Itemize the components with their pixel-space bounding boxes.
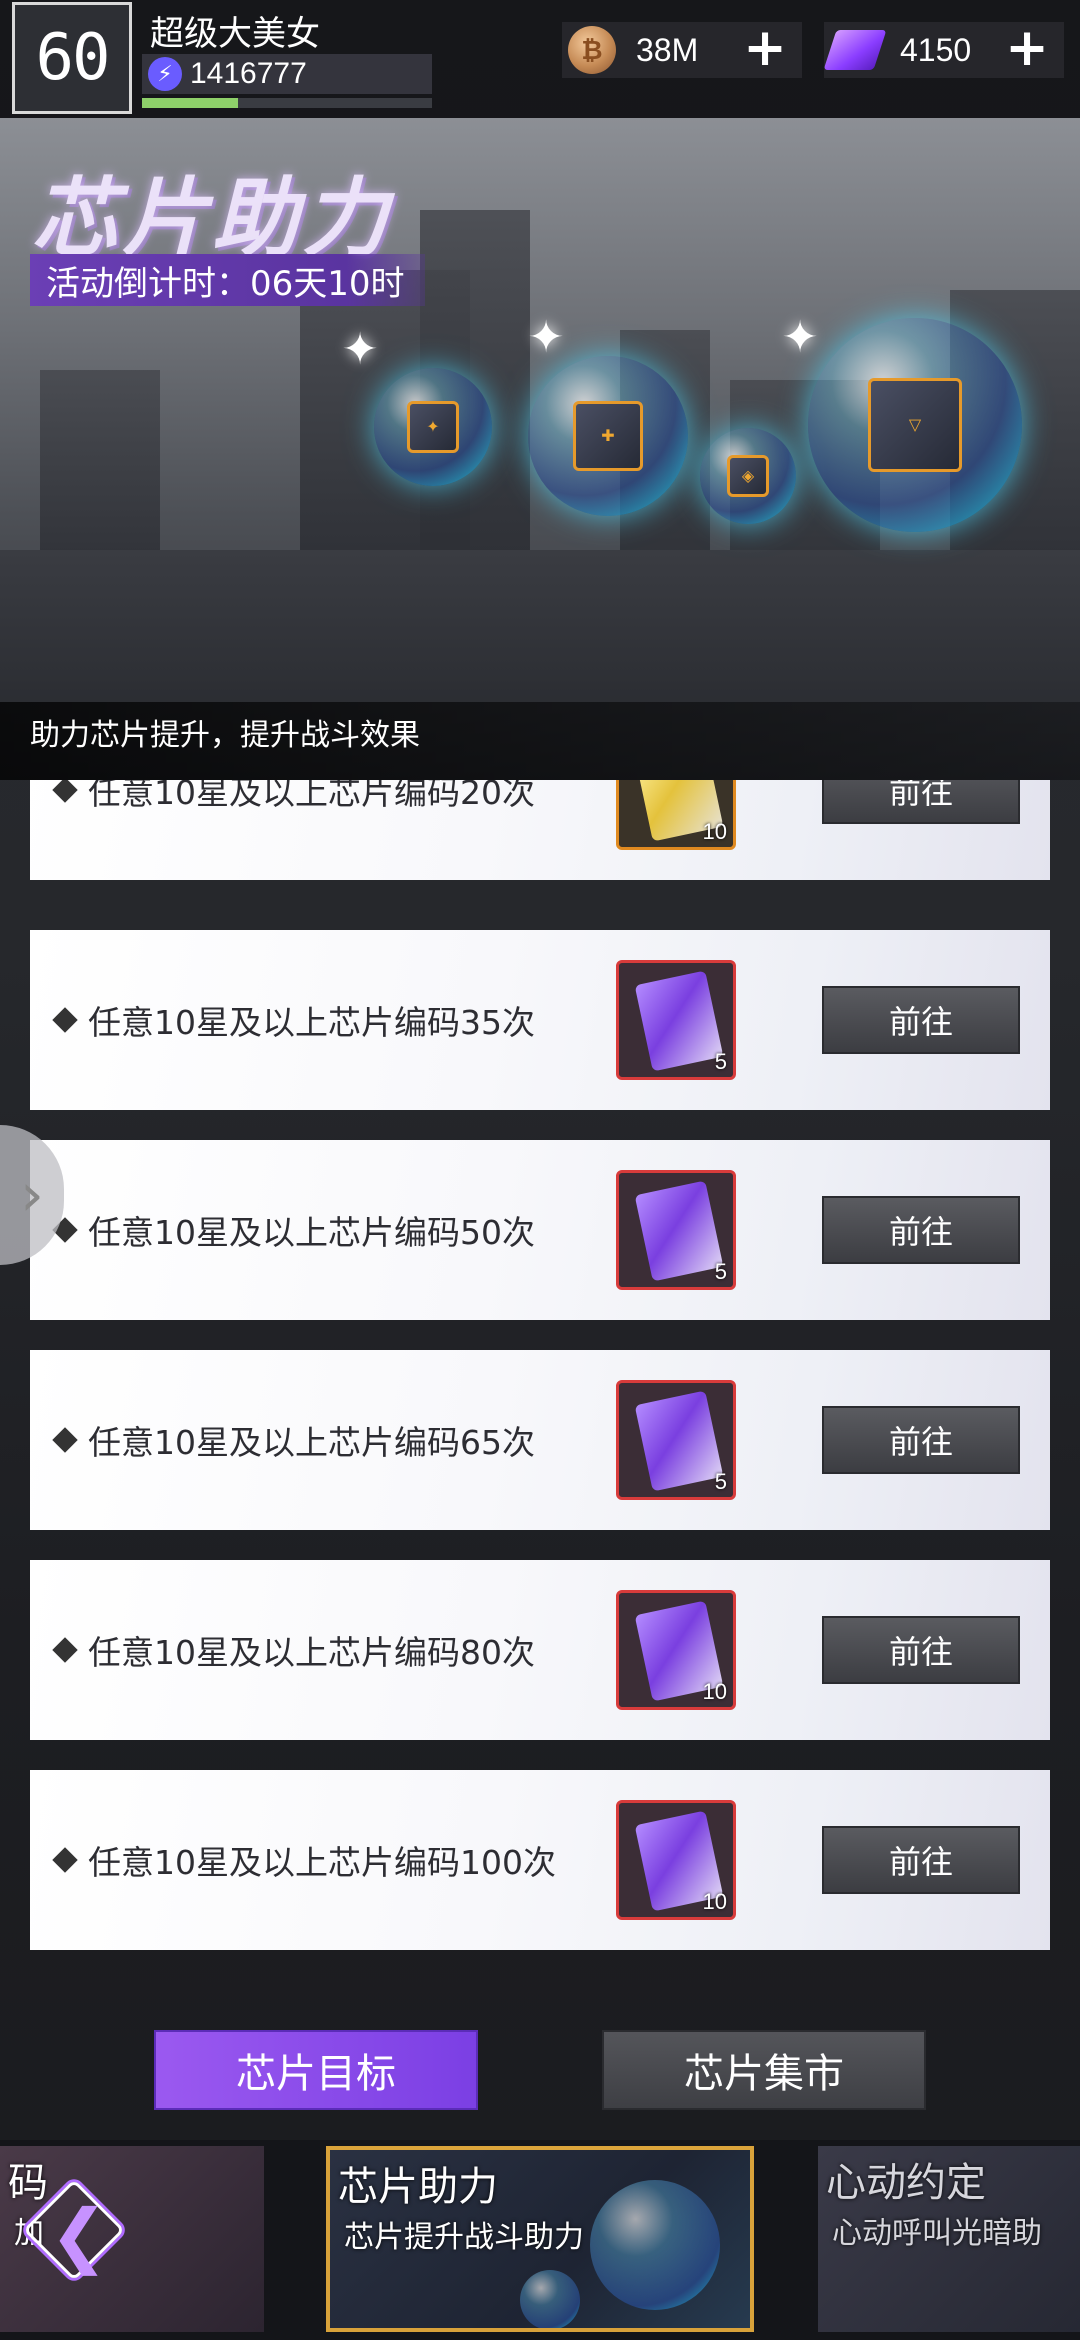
diamond-bullet-icon (52, 1007, 78, 1033)
sparkle-icon: ✦ (781, 312, 819, 363)
gem-icon (823, 30, 887, 70)
reward-item[interactable]: 5 (616, 1170, 736, 1290)
event-subtitle: 助力芯片提升，提升战斗效果 (30, 718, 420, 753)
task-row: 任意10星及以上芯片编码35次 5 前往 (30, 930, 1050, 1110)
diamond-bullet-icon (52, 1847, 78, 1873)
chip-bubble-icon (520, 2270, 580, 2328)
countdown-text: 活动倒计时：06天10时 (46, 263, 405, 304)
goto-button[interactable]: 前往 (822, 780, 1020, 824)
purple-chip-icon (634, 1180, 724, 1282)
back-arrow-icon: ❮ (49, 2194, 109, 2276)
gem-counter: 4150 + (823, 22, 1064, 78)
event-countdown: 活动倒计时：06天10时 (30, 254, 425, 306)
sparkle-icon: ✦ (341, 324, 379, 375)
chip-icon: ◈ (726, 454, 770, 498)
chip-icon: ✚ (572, 400, 644, 472)
event-card-title: 芯片助力 (338, 2164, 498, 2210)
gem-value: 4150 (900, 31, 972, 68)
player-level: 60 (35, 21, 110, 95)
diamond-bullet-icon (52, 780, 78, 803)
event-card-subtitle: 心动呼叫光暗助 (832, 2216, 1042, 2251)
chip-icon: ✦ (407, 401, 459, 453)
chip-bubble: ✦ (374, 368, 492, 486)
goto-button[interactable]: 前往 (822, 1616, 1020, 1684)
task-text: 任意10星及以上芯片编码100次 (88, 1843, 556, 1882)
task-row: 任意10星及以上芯片编码50次 5 前往 (30, 1140, 1050, 1320)
task-description: 任意10星及以上芯片编码65次 (50, 1350, 535, 1530)
task-text: 任意10星及以上芯片编码20次 (88, 780, 535, 812)
goto-button[interactable]: 前往 (822, 1406, 1020, 1474)
add-gems-button[interactable]: + (1004, 22, 1050, 74)
reward-item[interactable]: 10 (616, 1590, 736, 1710)
sparkle-icon: ✦ (527, 312, 565, 363)
reward-count: 5 (714, 1259, 727, 1284)
reward-item[interactable]: 5 (616, 1380, 736, 1500)
player-level-badge[interactable]: 60 (12, 2, 132, 114)
goto-button[interactable]: 前往 (822, 1826, 1020, 1894)
add-coins-button[interactable]: + (742, 22, 788, 74)
reward-count: 10 (702, 1679, 727, 1704)
combat-power-value: 1416777 (190, 57, 307, 90)
tab-chip-target[interactable]: 芯片目标 (154, 2030, 478, 2110)
task-text: 任意10星及以上芯片编码50次 (88, 1213, 535, 1252)
chip-icon: ▽ (867, 377, 963, 473)
task-list[interactable]: 任意10星及以上芯片编码20次 10 前往 任意10星及以上芯片编码35次 5 … (0, 780, 1080, 1980)
task-description: 任意10星及以上芯片编码100次 (50, 1770, 556, 1950)
purple-chip-icon (634, 970, 724, 1072)
task-description: 任意10星及以上芯片编码80次 (50, 1560, 535, 1740)
event-banner: 芯片助力 活动倒计时：06天10时 ✦ ✚ ◈ ▽ ✦ ✦ ✦ 助力芯片提升，提… (0, 118, 1080, 780)
goto-button[interactable]: 前往 (822, 1196, 1020, 1264)
top-bar: 60 超级大美女 ⚡ 1416777 ₿ 38M + 4150 + (0, 0, 1080, 118)
diamond-bullet-icon (52, 1427, 78, 1453)
reward-item[interactable]: 5 (616, 960, 736, 1080)
reward-count: 10 (702, 819, 727, 844)
chip-bubble: ◈ (700, 428, 796, 524)
task-text: 任意10星及以上芯片编码80次 (88, 1633, 535, 1672)
event-card-next[interactable]: 心动约定 心动呼叫光暗助 (818, 2146, 1080, 2332)
reward-count: 10 (702, 1889, 727, 1914)
purple-chip-icon (634, 1390, 724, 1492)
task-description: 任意10星及以上芯片编码50次 (50, 1140, 535, 1320)
event-card-subtitle: 芯片提升战斗助力 (344, 2220, 584, 2255)
task-text: 任意10星及以上芯片编码35次 (88, 1003, 535, 1042)
coin-counter: ₿ 38M + (562, 22, 802, 78)
reward-item[interactable]: 10 (616, 780, 736, 850)
chip-bubble-icon (590, 2180, 720, 2310)
task-row: 任意10星及以上芯片编码20次 10 前往 (30, 780, 1050, 880)
goto-button[interactable]: 前往 (822, 986, 1020, 1054)
task-row: 任意10星及以上芯片编码100次 10 前往 (30, 1770, 1050, 1950)
task-description: 任意10星及以上芯片编码20次 (50, 780, 535, 880)
event-carousel[interactable]: 码 加 芯片助力 芯片提升战斗助力 心动约定 心动呼叫光暗助 (0, 2140, 1080, 2340)
reward-count: 5 (714, 1049, 727, 1074)
exp-bar (142, 98, 432, 108)
exp-bar-fill (142, 98, 238, 108)
task-text: 任意10星及以上芯片编码65次 (88, 1423, 535, 1462)
lightning-icon: ⚡ (148, 57, 182, 91)
task-row: 任意10星及以上芯片编码65次 5 前往 (30, 1350, 1050, 1530)
reward-item[interactable]: 10 (616, 1800, 736, 1920)
tab-chip-market[interactable]: 芯片集市 (602, 2030, 926, 2110)
event-card-title: 心动约定 (826, 2160, 986, 2206)
diamond-bullet-icon (52, 1637, 78, 1663)
reward-count: 5 (714, 1469, 727, 1494)
coin-value: 38M (636, 31, 699, 68)
player-name: 超级大美女 (150, 14, 320, 54)
coin-icon: ₿ (568, 26, 616, 74)
combat-power: ⚡ 1416777 (142, 54, 432, 94)
event-card-current[interactable]: 芯片助力 芯片提升战斗助力 (326, 2146, 754, 2332)
task-description: 任意10星及以上芯片编码35次 (50, 930, 535, 1110)
task-row: 任意10星及以上芯片编码80次 10 前往 (30, 1560, 1050, 1740)
chip-bubble: ✚ (528, 356, 688, 516)
chip-bubble: ▽ (808, 318, 1022, 532)
event-screen: 60 超级大美女 ⚡ 1416777 ₿ 38M + 4150 + 芯片助力 活… (0, 0, 1080, 2340)
